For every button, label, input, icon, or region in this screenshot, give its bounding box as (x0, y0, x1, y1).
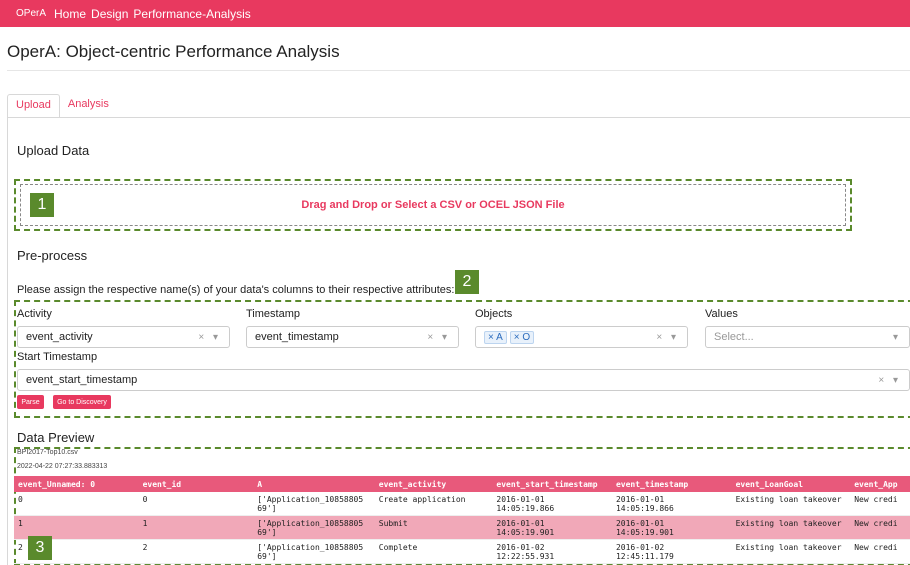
table-cell: 2016-01-01 14:05:19.866 (496, 495, 555, 513)
timestamp-value: event_timestamp (255, 331, 339, 343)
chevron-down-icon[interactable]: ▾ (893, 332, 909, 343)
annotation-badge-3: 3 (28, 536, 52, 560)
values-placeholder: Select... (714, 331, 754, 343)
clear-and-chevron-icon[interactable]: × ▾ (198, 332, 229, 343)
preview-file-name: BPI2017-Top10.csv (17, 449, 78, 456)
tab-analysis[interactable]: Analysis (60, 94, 117, 118)
objects-multiselect[interactable]: × A × O × ▾ (475, 326, 688, 348)
table-cell: ['Application_10858805 69'] (257, 519, 364, 537)
table-cell: Create application (378, 495, 466, 504)
column-header[interactable]: event_activity (375, 480, 493, 489)
tab-bar: Upload Analysis (7, 94, 117, 118)
table-cell: New credi (854, 495, 898, 504)
table-cell: ['Application_10858805 69'] (257, 543, 364, 561)
go-to-discovery-button[interactable]: Go to Discovery (53, 395, 111, 409)
table-cell: 1 (18, 519, 23, 528)
preview-file-date: 2022-04-22 07:27:33.883313 (17, 463, 108, 470)
start-timestamp-value: event_start_timestamp (26, 374, 138, 386)
table-cell: 2 (142, 543, 148, 552)
table-cell: 2016-01-01 14:05:19.901 (496, 519, 555, 537)
start-timestamp-label: Start Timestamp (17, 351, 98, 363)
table-cell: 2016-01-02 12:45:11.179 (615, 543, 674, 561)
column-header[interactable]: event_App (850, 480, 910, 489)
clear-and-chevron-icon[interactable]: × ▾ (878, 375, 909, 386)
table-cell: Submit (378, 519, 408, 528)
page-title: OperA: Object-centric Performance Analys… (7, 42, 340, 61)
column-header[interactable]: A (253, 480, 375, 489)
activity-label: Activity (17, 308, 52, 320)
tab-divider (7, 117, 910, 118)
nav-link-home[interactable]: Home (54, 7, 86, 21)
values-select[interactable]: Select... ▾ (705, 326, 910, 348)
clear-and-chevron-icon[interactable]: × ▾ (656, 332, 687, 343)
column-header[interactable]: event_LoanGoal (732, 480, 851, 489)
preview-table: event_Unnamed: 0 event_id A event_activi… (14, 476, 910, 564)
annotation-badge-2: 2 (455, 270, 479, 294)
table-row[interactable]: 1 1 ['Application_10858805 69'] Submit 2… (14, 516, 910, 540)
table-cell: 2016-01-02 12:22:55.931 (496, 543, 555, 561)
start-timestamp-select[interactable]: event_start_timestamp × ▾ (17, 369, 910, 391)
preprocess-heading: Pre-process (17, 248, 88, 263)
object-chip-a[interactable]: × A (484, 330, 507, 344)
upload-dropzone[interactable]: Drag and Drop or Select a CSV or OCEL JS… (20, 184, 846, 226)
values-label: Values (705, 308, 738, 320)
annotation-badge-1: 1 (30, 193, 54, 217)
parse-button[interactable]: Parse (17, 395, 44, 409)
object-chip-o[interactable]: × O (509, 330, 535, 344)
clear-and-chevron-icon[interactable]: × ▾ (427, 332, 458, 343)
nav-link-performance-analysis[interactable]: Performance-Analysis (133, 7, 250, 21)
column-header[interactable]: event_id (139, 480, 254, 489)
table-cell: Existing loan takeover (735, 495, 842, 504)
table-cell: 2016-01-01 14:05:19.866 (615, 495, 674, 513)
upload-heading: Upload Data (17, 143, 90, 158)
table-cell: Existing loan takeover (735, 543, 842, 552)
table-cell: New credi (854, 519, 898, 528)
column-header[interactable]: event_start_timestamp (492, 480, 612, 489)
table-row[interactable]: 2 2 ['Application_10858805 69'] Complete… (14, 540, 910, 564)
activity-select[interactable]: event_activity × ▾ (17, 326, 230, 348)
annotation-box-preprocess (14, 300, 910, 418)
timestamp-label: Timestamp (246, 308, 300, 320)
tab-panel-border (7, 117, 8, 565)
table-cell: 0 (142, 495, 148, 504)
table-cell: ['Application_10858805 69'] (257, 495, 364, 513)
activity-value: event_activity (26, 331, 93, 343)
table-cell: 0 (18, 495, 23, 504)
nav-link-design[interactable]: Design (91, 7, 128, 21)
table-row[interactable]: 0 0 ['Application_10858805 69'] Create a… (14, 492, 910, 516)
table-cell: Complete (378, 543, 418, 552)
timestamp-select[interactable]: event_timestamp × ▾ (246, 326, 459, 348)
brand-logo[interactable]: OPerA (16, 8, 46, 19)
top-navbar: OPerA Home Design Performance-Analysis (0, 0, 910, 27)
preprocess-instruction: Please assign the respective name(s) of … (17, 284, 455, 296)
table-cell: 2016-01-01 14:05:19.901 (615, 519, 674, 537)
dropzone-label: Drag and Drop or Select a CSV or OCEL JS… (301, 199, 565, 211)
objects-label: Objects (475, 308, 513, 320)
title-divider (7, 70, 910, 71)
table-header-row: event_Unnamed: 0 event_id A event_activi… (14, 476, 910, 492)
preview-heading: Data Preview (17, 430, 95, 445)
table-cell: New credi (854, 543, 898, 552)
tab-upload[interactable]: Upload (7, 94, 60, 118)
table-cell: 1 (142, 519, 148, 528)
column-header[interactable]: event_Unnamed: 0 (14, 480, 139, 489)
column-header[interactable]: event_timestamp (612, 480, 732, 489)
table-cell: Existing loan takeover (735, 519, 842, 528)
